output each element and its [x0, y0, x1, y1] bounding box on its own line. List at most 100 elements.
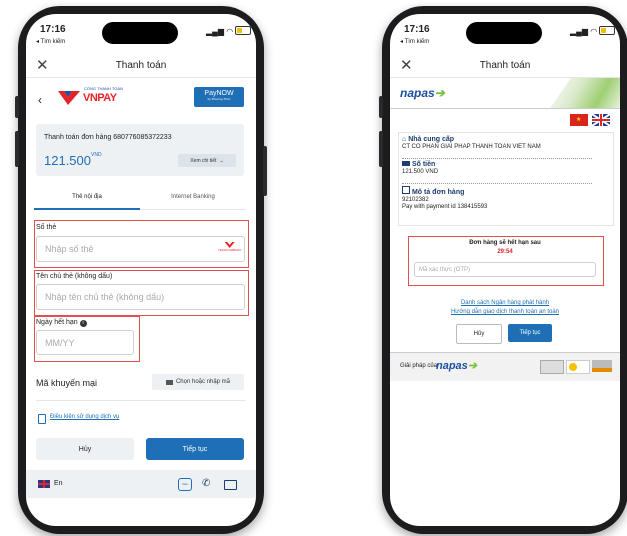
cardholder-label: Tên chủ thẻ (không dấu)	[36, 273, 113, 280]
expiry-placeholder: MM/YY	[45, 337, 75, 348]
money-icon	[402, 161, 410, 166]
chevron-down-icon: ⌄	[219, 157, 224, 164]
nav-title: Thanh toán	[115, 60, 167, 71]
tab-domestic-card[interactable]: Thẻ nội địa	[34, 194, 140, 200]
footer-napas-wordmark: napas	[436, 360, 468, 372]
nav-title: Thanh toán	[479, 60, 531, 71]
amount-value: 121.500	[44, 153, 91, 168]
status-icons: ▂▄▆ ◠	[570, 25, 616, 36]
cardholder-placeholder: Nhập tên chủ thẻ (không dấu)	[45, 292, 165, 302]
safe-guide-link[interactable]: Hướng dẫn giao dịch thanh toán an toàn	[390, 309, 620, 315]
cancel-button[interactable]: Hủy	[456, 324, 502, 344]
desc-value-2: Pay with payment id 138415593	[402, 204, 488, 210]
continue-button-label: Tiếp tục	[182, 445, 208, 453]
phone-icon[interactable]: ✆	[202, 478, 210, 489]
home-icon: ⌂	[402, 136, 407, 143]
expire-label: Đơn hàng sẽ hết hạn sau	[469, 240, 541, 246]
techcombank-logo: TECHCOMBANK	[218, 242, 241, 252]
provider-value: CT CO PHAN GIAI PHAP THANH TOAN VIET NAM	[402, 144, 541, 150]
language-label[interactable]: En	[54, 480, 63, 487]
desc-label: Mô tả đơn hàng	[411, 189, 465, 196]
promo-button[interactable]: Chọn hoặc nhập mã	[152, 374, 244, 390]
otp-placeholder: Mã xác thực (OTP)	[419, 266, 471, 273]
card-number-label: Số thẻ	[36, 224, 57, 231]
document-icon	[38, 414, 46, 424]
footer-label: Giải pháp của	[400, 363, 438, 369]
back-chevron-icon[interactable]: ‹	[38, 93, 42, 107]
battery-icon	[599, 26, 616, 35]
uk-flag-icon[interactable]	[38, 480, 50, 488]
zalo-label: Zalo	[182, 482, 188, 486]
dynamic-island	[102, 22, 178, 44]
napas-wordmark: napas	[400, 86, 435, 100]
promo-label: Mã khuyến mại	[36, 378, 98, 388]
amount-section: Số tiền 121.500 VND	[402, 161, 438, 175]
battery-icon	[235, 26, 252, 35]
mail-icon[interactable]	[224, 480, 237, 490]
amount-value: 121.500 VND	[402, 169, 439, 175]
right-phone: 17:16 ◂ Tìm kiếm ▂▄▆ ◠ ✕ Thanh toán napa…	[379, 6, 627, 534]
cardholder-input[interactable]: Nhập tên chủ thẻ (không dấu)	[36, 284, 245, 310]
dynamic-island	[466, 22, 542, 44]
left-phone: 17:16 ◂ Tìm kiếm ▂▄▆ ◠ ✕ Thanh toán ‹ CỔ…	[15, 6, 267, 534]
ticket-icon	[165, 379, 173, 385]
continue-button[interactable]: Tiếp tục	[146, 438, 244, 460]
back-app-link[interactable]: ◂ Tìm kiếm	[36, 38, 65, 45]
list-icon	[402, 186, 410, 194]
napas-logo: napas➔	[400, 86, 445, 100]
expiry-label: Ngày hết hạn i	[36, 319, 87, 327]
cancel-button-label: Hủy	[473, 331, 485, 337]
zalo-icon[interactable]: Zalo	[178, 478, 192, 491]
signal-icon: ▂▄▆	[570, 27, 588, 36]
status-time: 17:16	[40, 24, 66, 35]
tab-domestic-label: Thẻ nội địa	[72, 194, 102, 200]
otp-input[interactable]: Mã xác thực (OTP)	[414, 262, 596, 277]
provider-label: Nhà cung cấp	[408, 136, 455, 143]
vnpay-small-text: CỔNG THANH TOÁN	[84, 86, 123, 91]
tab-underline	[34, 208, 140, 210]
paynow-sub: by Phương Thức	[207, 97, 231, 101]
terms-link[interactable]: Điều kiện sử dụng dịch vụ	[50, 414, 119, 420]
paynow-badge[interactable]: PayNOW by Phương Thức	[194, 87, 244, 107]
left-screen: 17:16 ◂ Tìm kiếm ▂▄▆ ◠ ✕ Thanh toán ‹ CỔ…	[26, 14, 256, 526]
security-badge-1	[540, 360, 564, 374]
vnpay-logo: CỔNG THANH TOÁN VNPAY	[56, 85, 126, 111]
order-amount: 121.500VND	[44, 152, 102, 170]
countdown-timer: 29:54	[497, 249, 513, 255]
vnpay-wordmark: VNPAY	[83, 92, 117, 104]
uk-flag-icon[interactable]	[592, 114, 610, 126]
header-decoration	[550, 78, 620, 108]
provider-section: ⌂ Nhà cung cấp CT CO PHAN GIAI PHAP THAN…	[402, 136, 541, 150]
status-icons: ▂▄▆ ◠	[206, 25, 252, 36]
right-screen: 17:16 ◂ Tìm kiếm ▂▄▆ ◠ ✕ Thanh toán napa…	[390, 14, 620, 526]
continue-button[interactable]: Tiếp tục	[508, 324, 552, 342]
vn-flag-icon[interactable]: ★	[570, 114, 588, 126]
expiry-input[interactable]: MM/YY	[36, 330, 134, 355]
signal-icon: ▂▄▆	[206, 27, 224, 36]
desc-value-1: 92102382	[402, 197, 429, 203]
amount-label: Số tiền	[411, 161, 436, 168]
status-time: 17:16	[404, 24, 430, 35]
cancel-button-label: Hủy	[78, 445, 92, 453]
amount-currency: VND	[91, 152, 102, 158]
bank-logo-text: TECHCOMBANK	[218, 248, 242, 252]
promo-button-label: Chọn hoặc nhập mã	[175, 379, 231, 385]
cancel-button[interactable]: Hủy	[36, 438, 134, 460]
tab-internet-banking[interactable]: Internet Banking	[140, 194, 246, 200]
details-button[interactable]: Xem chi tiết ⌄	[178, 154, 236, 167]
paynow-label: PayNOW	[204, 90, 234, 97]
back-app-link[interactable]: ◂ Tìm kiếm	[400, 38, 429, 45]
security-badge-3	[592, 360, 612, 372]
wifi-icon: ◠	[226, 27, 234, 36]
security-badge-2	[566, 360, 590, 374]
footer-napas-logo: napas➔	[436, 359, 477, 372]
continue-button-label: Tiếp tục	[519, 330, 541, 336]
info-icon[interactable]: i	[79, 320, 87, 327]
napas-mark-icon: ➔	[434, 86, 445, 100]
napas-mark-icon: ➔	[467, 360, 478, 372]
bank-list-link[interactable]: Danh sách Ngân hàng phát hành	[390, 300, 620, 306]
card-number-placeholder: Nhập số thẻ	[45, 244, 94, 254]
card-number-input[interactable]: Nhập số thẻ	[36, 236, 245, 262]
wifi-icon: ◠	[590, 27, 598, 36]
expiry-label-text: Ngày hết hạn	[36, 319, 78, 326]
